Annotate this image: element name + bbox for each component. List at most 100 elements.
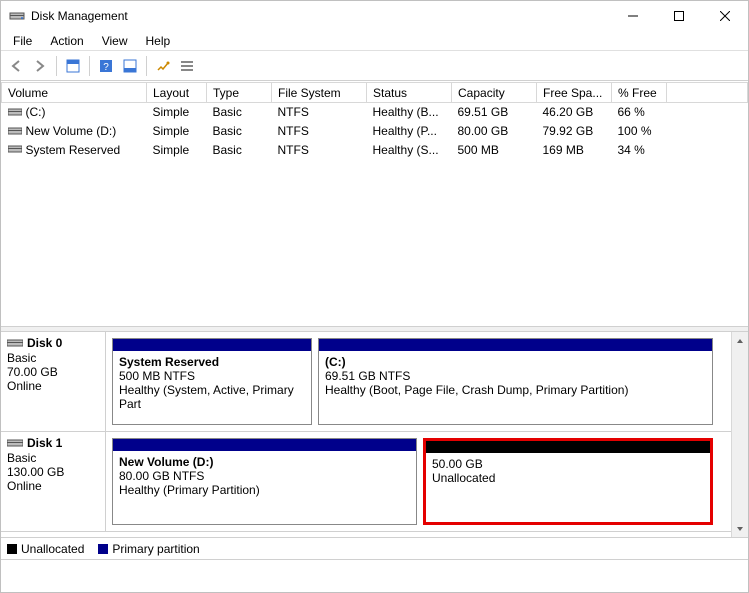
cell-capacity: 69.51 GB — [452, 103, 537, 122]
partition-primary[interactable]: New Volume (D:)80.00 GB NTFSHealthy (Pri… — [112, 438, 417, 525]
col-type[interactable]: Type — [207, 83, 272, 103]
cell-capacity: 80.00 GB — [452, 122, 537, 141]
view-top-button[interactable] — [62, 55, 84, 77]
legend: Unallocated Primary partition — [1, 537, 748, 559]
maximize-button[interactable] — [656, 1, 702, 31]
cell-type: Basic — [207, 103, 272, 122]
partition-name: New Volume (D:) — [119, 455, 410, 469]
disk-info[interactable]: Disk 1Basic130.00 GBOnline — [1, 432, 106, 531]
help-button[interactable]: ? — [95, 55, 117, 77]
disk-type: Basic — [7, 451, 99, 465]
cell-type: Basic — [207, 122, 272, 141]
disk-management-icon — [9, 8, 25, 24]
partition-size: 80.00 GB NTFS — [119, 469, 410, 483]
cell-free: 46.20 GB — [537, 103, 612, 122]
disk-row: Disk 0Basic70.00 GBOnlineSystem Reserved… — [1, 332, 731, 432]
disk-partitions: New Volume (D:)80.00 GB NTFSHealthy (Pri… — [106, 432, 731, 531]
cell-layout: Simple — [147, 103, 207, 122]
volume-name: New Volume (D:) — [26, 124, 117, 138]
cell-layout: Simple — [147, 141, 207, 160]
col-status[interactable]: Status — [367, 83, 452, 103]
table-row[interactable]: System Reserved SimpleBasicNTFSHealthy (S… — [2, 141, 748, 160]
toolbar-separator — [89, 56, 90, 76]
partition-stripe — [319, 339, 712, 351]
partition-status: Healthy (Primary Partition) — [119, 483, 410, 497]
cell-fs: NTFS — [272, 103, 367, 122]
volume-name: System Reserved — [26, 143, 121, 157]
menu-action[interactable]: Action — [42, 32, 91, 50]
cell-pct: 66 % — [612, 103, 667, 122]
disk-row: Disk 1Basic130.00 GBOnlineNew Volume (D:… — [1, 432, 731, 532]
view-bottom-button[interactable] — [119, 55, 141, 77]
disk-graphical-view: Disk 0Basic70.00 GBOnlineSystem Reserved… — [1, 332, 748, 537]
swatch-primary-icon — [98, 544, 108, 554]
scrollbar-track[interactable] — [732, 349, 748, 520]
cell-status: Healthy (S... — [367, 141, 452, 160]
partition-status: Unallocated — [432, 471, 704, 485]
scroll-up-button[interactable] — [732, 332, 748, 349]
partition-name: System Reserved — [119, 355, 305, 369]
col-freespace[interactable]: Free Spa... — [537, 83, 612, 103]
disk-state: Online — [7, 379, 99, 393]
cell-free: 79.92 GB — [537, 122, 612, 141]
toolbar-separator — [56, 56, 57, 76]
col-volume[interactable]: Volume — [2, 83, 147, 103]
cell-type: Basic — [207, 141, 272, 160]
vertical-scrollbar[interactable] — [731, 332, 748, 537]
menu-help[interactable]: Help — [138, 32, 179, 50]
list-button[interactable] — [176, 55, 198, 77]
status-bar — [1, 559, 748, 586]
disk-name: Disk 0 — [27, 336, 62, 350]
partition-name: (C:) — [325, 355, 706, 369]
scroll-down-button[interactable] — [732, 520, 748, 537]
menu-file[interactable]: File — [5, 32, 40, 50]
cell-capacity: 500 MB — [452, 141, 537, 160]
disk-partitions: System Reserved500 MB NTFSHealthy (Syste… — [106, 332, 731, 431]
disk-icon — [7, 337, 23, 351]
cell-fs: NTFS — [272, 141, 367, 160]
back-button[interactable] — [5, 55, 27, 77]
disk-info[interactable]: Disk 0Basic70.00 GBOnline — [1, 332, 106, 431]
col-spacer — [667, 83, 748, 103]
table-row[interactable]: New Volume (D:)SimpleBasicNTFSHealthy (P… — [2, 122, 748, 141]
disk-size: 130.00 GB — [7, 465, 99, 479]
window-title: Disk Management — [31, 9, 610, 23]
disk-icon — [7, 437, 23, 451]
partition-unallocated[interactable]: 50.00 GBUnallocated — [423, 438, 713, 525]
volume-icon — [8, 143, 22, 157]
disk-state: Online — [7, 479, 99, 493]
disk-type: Basic — [7, 351, 99, 365]
col-filesystem[interactable]: File System — [272, 83, 367, 103]
col-layout[interactable]: Layout — [147, 83, 207, 103]
partition-status: Healthy (Boot, Page File, Crash Dump, Pr… — [325, 383, 706, 397]
volume-icon — [8, 106, 22, 120]
cell-pct: 34 % — [612, 141, 667, 160]
settings-button[interactable] — [152, 55, 174, 77]
close-button[interactable] — [702, 1, 748, 31]
partition-primary[interactable]: (C:)69.51 GB NTFSHealthy (Boot, Page Fil… — [318, 338, 713, 425]
cell-status: Healthy (P... — [367, 122, 452, 141]
partition-primary[interactable]: System Reserved500 MB NTFSHealthy (Syste… — [112, 338, 312, 425]
col-capacity[interactable]: Capacity — [452, 83, 537, 103]
minimize-button[interactable] — [610, 1, 656, 31]
toolbar-separator — [146, 56, 147, 76]
legend-unallocated: Unallocated — [7, 542, 84, 556]
window-titlebar: Disk Management — [1, 1, 748, 31]
legend-unallocated-label: Unallocated — [21, 542, 84, 556]
partition-status: Healthy (System, Active, Primary Part — [119, 383, 305, 411]
table-row[interactable]: (C:) SimpleBasicNTFSHealthy (B...69.51 GB… — [2, 103, 748, 122]
cell-status: Healthy (B... — [367, 103, 452, 122]
forward-button[interactable] — [29, 55, 51, 77]
partition-size: 69.51 GB NTFS — [325, 369, 706, 383]
volume-icon — [8, 125, 22, 139]
volume-header-row: Volume Layout Type File System Status Ca… — [2, 83, 748, 103]
swatch-unallocated-icon — [7, 544, 17, 554]
partition-size: 500 MB NTFS — [119, 369, 305, 383]
svg-text:?: ? — [103, 62, 109, 73]
partition-stripe — [113, 439, 416, 451]
menu-view[interactable]: View — [94, 32, 136, 50]
col-pctfree[interactable]: % Free — [612, 83, 667, 103]
volume-name: (C:) — [26, 105, 46, 119]
menu-bar: File Action View Help — [1, 31, 748, 51]
legend-primary-label: Primary partition — [112, 542, 199, 556]
